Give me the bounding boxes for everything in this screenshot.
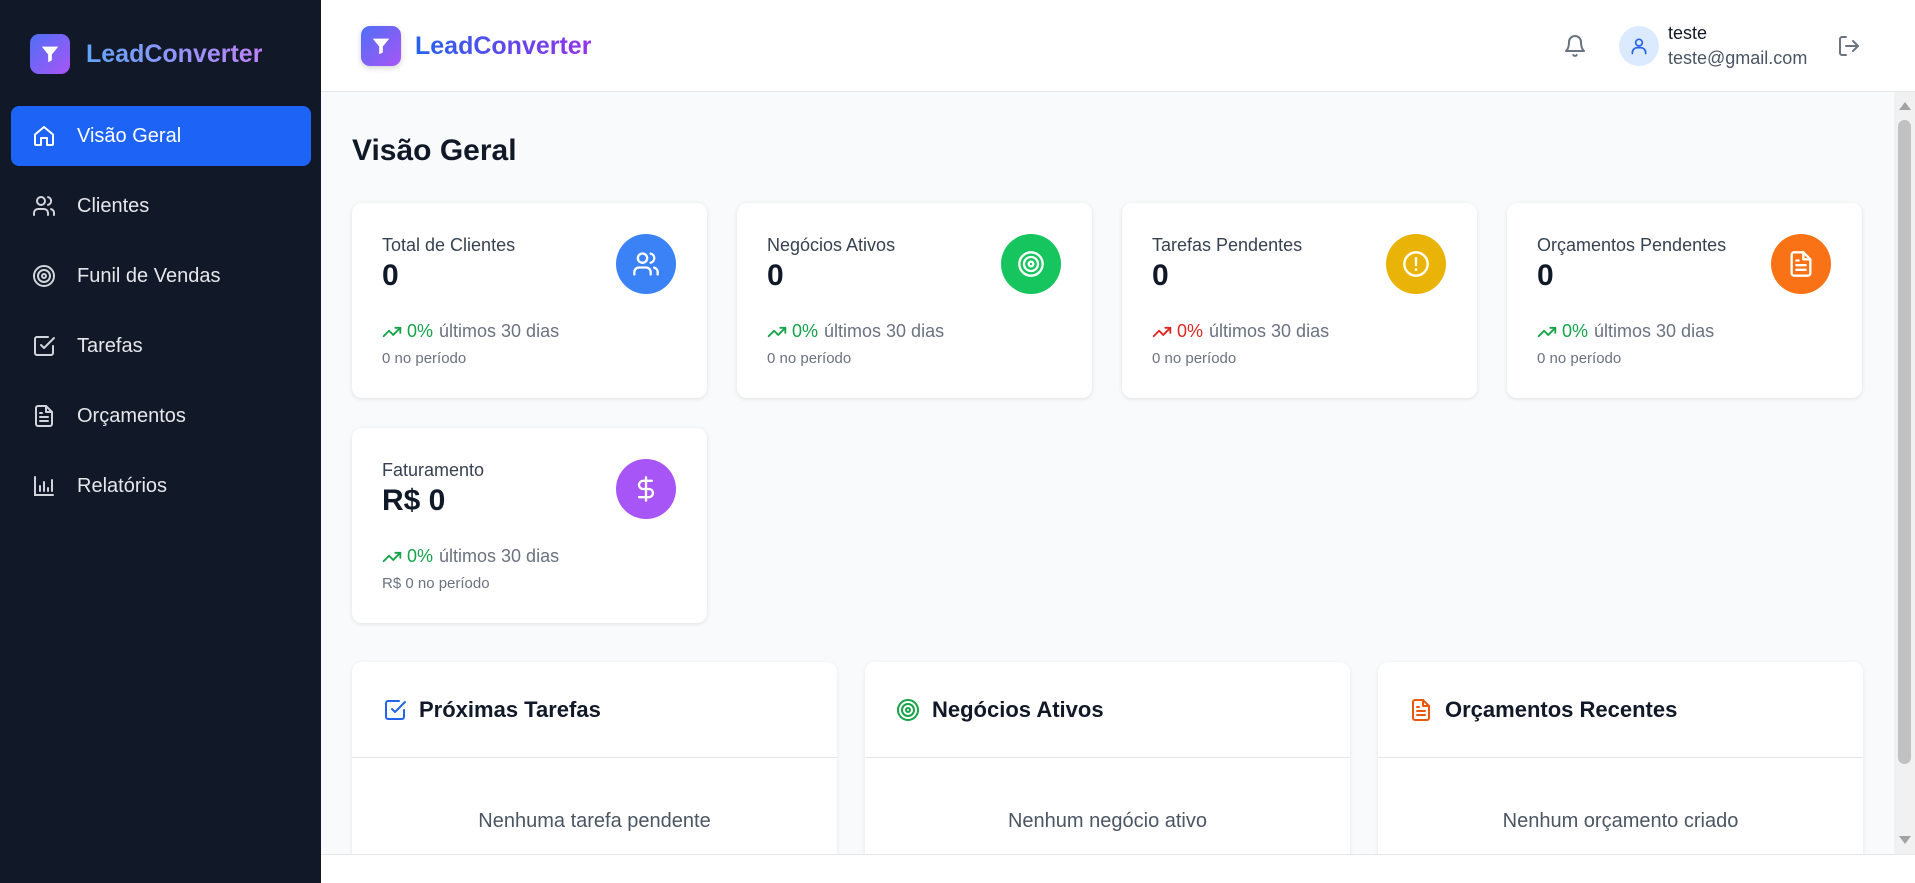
stat-trend: 0% últimos 30 dias (1537, 321, 1714, 342)
stat-card-total-clientes: Total de Clientes 0 0% últimos 30 dias 0… (352, 203, 707, 398)
top-header: LeadConverter teste teste@gmail.com (321, 0, 1915, 92)
stat-trend: 0% últimos 30 dias (767, 321, 944, 342)
stat-label: Tarefas Pendentes (1152, 235, 1303, 255)
brand-name: LeadConverter (415, 31, 592, 60)
stat-sub: R$ 0 no período (382, 575, 490, 592)
stat-sub: 0 no período (767, 350, 852, 367)
stat-trend-text: últimos 30 dias (439, 546, 560, 566)
panel-orcamentos-recentes: Orçamentos Recentes Nenhum orçamento cri… (1378, 662, 1863, 883)
filter-icon (30, 34, 70, 74)
panel-negocios-ativos: Negócios Ativos Nenhum negócio ativo (865, 662, 1350, 883)
empty-state: Nenhuma tarefa pendente (478, 810, 711, 832)
sidebar-item-relatorios[interactable]: Relatórios (11, 456, 311, 516)
stat-value: 0 (1537, 259, 1554, 292)
stat-sub: 0 no período (382, 350, 467, 367)
users-icon (616, 234, 676, 294)
header-brand[interactable]: LeadConverter (361, 26, 591, 66)
file-text-icon (31, 403, 57, 429)
file-text-icon (1771, 234, 1831, 294)
bell-icon[interactable] (1561, 32, 1589, 60)
user-name: teste (1668, 23, 1708, 43)
sidebar-item-label: Funil de Vendas (77, 264, 221, 287)
sidebar-item-funil-de-vendas[interactable]: Funil de Vendas (11, 246, 311, 306)
sidebar-brand[interactable]: LeadConverter (30, 34, 262, 74)
stat-pct: 0% (407, 546, 434, 566)
scroll-up-icon[interactable] (1899, 102, 1911, 110)
stat-value: 0 (382, 259, 399, 292)
avatar[interactable] (1619, 26, 1659, 66)
stat-label: Faturamento (382, 460, 485, 480)
stat-card-faturamento: Faturamento R$ 0 0% últimos 30 dias R$ 0… (352, 428, 707, 623)
stat-sub: 0 no período (1537, 350, 1622, 367)
home-icon (31, 123, 57, 149)
page-title: Visão Geral (352, 134, 517, 167)
user-email: teste@gmail.com (1668, 48, 1808, 68)
target-icon (31, 263, 57, 289)
panel-header: Próximas Tarefas (352, 662, 837, 758)
stat-sub: 0 no período (1152, 350, 1237, 367)
check-square-icon (385, 699, 406, 720)
sidebar-item-clientes[interactable]: Clientes (11, 176, 311, 236)
stat-pct: 0% (792, 321, 819, 341)
bottom-strip (321, 854, 1915, 883)
logout-icon[interactable] (1835, 32, 1863, 60)
sidebar-item-label: Orçamentos (77, 404, 186, 427)
panel-proximas-tarefas: Próximas Tarefas Nenhuma tarefa pendente (352, 662, 837, 883)
sidebar-item-visao-geral[interactable]: Visão Geral (11, 106, 311, 166)
filter-icon (361, 26, 401, 66)
trending-up-icon (767, 326, 787, 337)
users-icon (31, 193, 57, 219)
trending-up-icon (382, 551, 402, 562)
sidebar-item-label: Tarefas (77, 334, 143, 357)
stat-label: Negócios Ativos (767, 235, 896, 255)
panel-title: Negócios Ativos (932, 696, 1104, 722)
stat-card-orcamentos-pendentes: Orçamentos Pendentes 0 0% últimos 30 dia… (1507, 203, 1862, 398)
trending-up-icon (382, 326, 402, 337)
stat-trend-text: últimos 30 dias (1594, 321, 1715, 341)
panel-title: Próximas Tarefas (419, 696, 601, 722)
sidebar-item-orcamentos[interactable]: Orçamentos (11, 386, 311, 446)
empty-state: Nenhum orçamento criado (1502, 810, 1739, 832)
sidebar-item-tarefas[interactable]: Tarefas (11, 316, 311, 376)
stat-pct: 0% (1562, 321, 1589, 341)
panel-header: Orçamentos Recentes (1378, 662, 1863, 758)
sidebar-item-label: Visão Geral (77, 124, 182, 147)
check-square-icon (31, 333, 57, 359)
stat-trend: 0% últimos 30 dias (382, 321, 559, 342)
dollar-icon (616, 459, 676, 519)
stat-trend: 0% últimos 30 dias (382, 546, 559, 567)
brand-name: LeadConverter (86, 39, 263, 68)
stat-label: Total de Clientes (382, 235, 516, 255)
trending-up-icon (1152, 326, 1172, 337)
empty-state: Nenhum negócio ativo (1007, 810, 1207, 832)
stat-value: 0 (767, 259, 784, 292)
panel-title: Orçamentos Recentes (1445, 696, 1678, 722)
file-text-icon (1412, 698, 1430, 721)
stat-pct: 0% (407, 321, 434, 341)
stat-pct: 0% (1177, 321, 1204, 341)
scroll-down-icon[interactable] (1899, 836, 1911, 844)
stat-card-tarefas-pendentes: Tarefas Pendentes 0 0% últimos 30 dias 0… (1122, 203, 1477, 398)
stat-value: R$ 0 (382, 484, 446, 517)
sidebar-nav: Visão Geral Clientes Funil de Vendas Tar… (11, 106, 311, 526)
target-icon (1001, 234, 1061, 294)
stat-trend: 0% últimos 30 dias (1152, 321, 1329, 342)
stat-trend-text: últimos 30 dias (1209, 321, 1330, 341)
stat-card-negocios-ativos: Negócios Ativos 0 0% últimos 30 dias 0 n… (737, 203, 1092, 398)
sidebar-item-label: Clientes (77, 194, 150, 217)
scrollbar-thumb[interactable] (1898, 120, 1911, 764)
sidebar: LeadConverter Visão Geral Clientes Funil… (0, 0, 321, 883)
stat-value: 0 (1152, 259, 1169, 292)
panel-header: Negócios Ativos (865, 662, 1350, 758)
trending-up-icon (1537, 326, 1557, 337)
stat-label: Orçamentos Pendentes (1537, 235, 1727, 255)
bar-chart-icon (31, 473, 57, 499)
stat-trend-text: últimos 30 dias (824, 321, 945, 341)
alert-circle-icon (1386, 234, 1446, 294)
target-icon (897, 698, 919, 721)
stat-trend-text: últimos 30 dias (439, 321, 560, 341)
scrollbar[interactable] (1894, 92, 1915, 854)
sidebar-item-label: Relatórios (77, 474, 168, 497)
